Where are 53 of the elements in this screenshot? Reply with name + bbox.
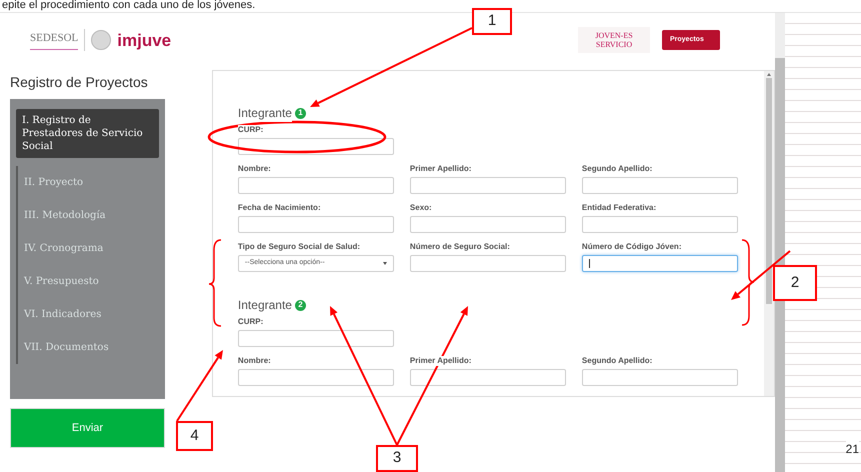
input-field[interactable]: [238, 369, 394, 386]
callout-label: 1: [472, 8, 512, 35]
field-label: Número de Seguro Social:: [410, 242, 510, 252]
arrow-icon: [310, 27, 472, 107]
submit-button[interactable]: Enviar: [10, 408, 165, 448]
callout-label: 4: [176, 421, 213, 451]
input-field[interactable]: [238, 330, 394, 347]
imjuve-logo: imjuve: [117, 32, 172, 48]
arrow-icon: [330, 306, 398, 446]
text-cursor: [588, 259, 590, 268]
field-label: Nombre:: [238, 164, 271, 174]
member-number-badge: 1: [294, 108, 306, 118]
input-field[interactable]: [410, 216, 566, 233]
sidebar-title: Registro de Proyectos: [10, 73, 149, 91]
arrow-icon: [176, 350, 223, 422]
arrow-icon: [731, 250, 791, 300]
sidebar-item[interactable]: II. Proyecto: [16, 166, 159, 199]
field-label: Segundo Apellido:: [582, 164, 652, 174]
field-label: Primer Apellido:: [410, 164, 472, 174]
field-label: Entidad Federativa:: [582, 203, 656, 213]
program-logo: JOVEN-ES SERVICIO: [578, 27, 650, 53]
input-field[interactable]: [582, 216, 738, 233]
field-label: Sexo:: [410, 203, 432, 213]
input-field[interactable]: [238, 177, 394, 194]
field-label: CURP:: [238, 125, 264, 135]
field-label: Segundo Apellido:: [582, 356, 652, 366]
input-field[interactable]: [238, 216, 394, 233]
field-label: Primer Apellido:: [410, 356, 472, 366]
input-field[interactable]: [410, 369, 566, 386]
sidebar-item[interactable]: I. Registro de Prestadores de Servicio Social: [16, 109, 159, 158]
sidebar-item[interactable]: VII. Documentos: [16, 331, 159, 364]
input-field[interactable]: [410, 255, 566, 272]
input-field[interactable]: [582, 255, 738, 272]
callout-label: 2: [773, 265, 817, 301]
document-text: epite el procedimiento con cada uno de los jóvenes.: [2, 0, 256, 11]
caret-icon: [382, 262, 387, 265]
sidebar-item[interactable]: V. Presupuesto: [16, 265, 159, 298]
input-field[interactable]: [582, 369, 738, 386]
input-field[interactable]: [582, 177, 738, 194]
emblem-icon: [91, 30, 112, 50]
sidebar-item[interactable]: III. Metodología: [16, 199, 159, 232]
field-label: Nombre:: [238, 356, 271, 366]
field-label: Tipo de Seguro Social de Salud:: [238, 242, 360, 252]
field-label: CURP:: [238, 317, 264, 327]
sedesol-logo: SEDESOL: [30, 30, 78, 50]
sidebar-item[interactable]: IV. Cronograma: [16, 232, 159, 265]
field-label: Número de Código Jóven:: [582, 242, 682, 252]
callout-label: 3: [376, 445, 418, 472]
input-field[interactable]: [238, 138, 394, 155]
sidebar-item[interactable]: VI. Indicadores: [16, 298, 159, 331]
field-label: Fecha de Nacimiento:: [238, 203, 321, 213]
member-number-badge: 2: [294, 300, 306, 310]
input-field[interactable]: [410, 177, 566, 194]
